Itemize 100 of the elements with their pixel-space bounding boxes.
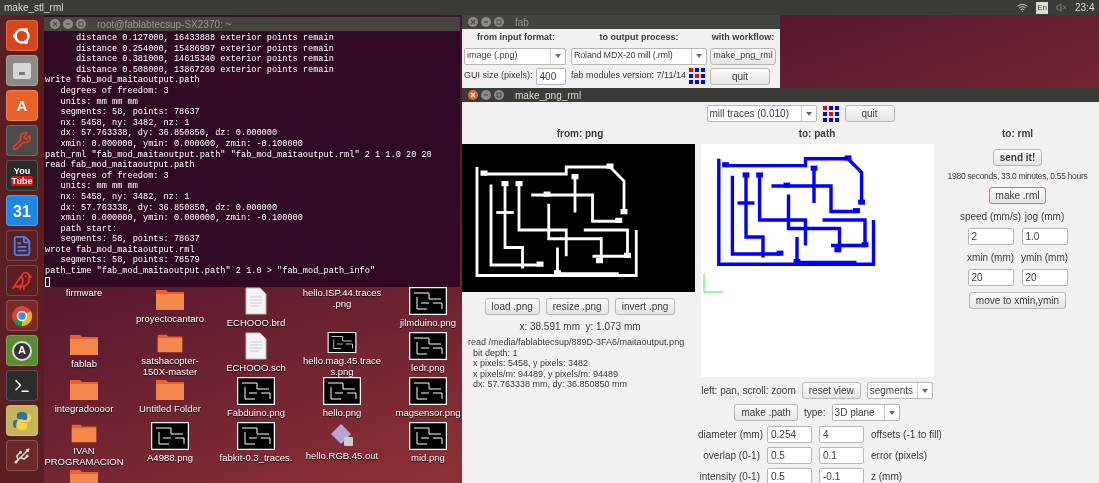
move-button[interactable]: move to xmin,ymin: [968, 291, 1067, 309]
file-label: hello.png: [322, 407, 362, 418]
terminal-line: distance 0.127000, 16433888 exterior points remain: [74, 33, 335, 44]
terminal-line: xmin: 0.000000, ymin: 0.000000, zmin: -0.100000: [59, 213, 304, 224]
file-label: ledr.png: [411, 362, 445, 373]
file-label: IVAN PROGRAMACION: [44, 445, 124, 467]
file-label: fabkit-0.3_traces.: [219, 452, 293, 463]
file-label: magsensor.png: [395, 407, 461, 418]
hint-text: left: pan, scroll: zoom: [701, 384, 796, 398]
window-title: make_stl_rml: [4, 1, 65, 15]
input-field[interactable]: 400: [535, 67, 566, 85]
field-label: type:: [803, 406, 826, 420]
input-field[interactable]: -0.1: [819, 468, 864, 483]
input-field[interactable]: 0.5: [767, 447, 812, 464]
window-title: fab: [515, 15, 529, 30]
field-label: intensity (0-1): [698, 470, 760, 483]
file-label: proyectocantaro: [135, 313, 205, 324]
quit-button[interactable]: quit: [710, 67, 770, 85]
field-label: z (mm): [871, 470, 903, 483]
info-line: read /media/fablabtecsup/889D-3FA6/maitaoutput.png: [468, 337, 685, 348]
file-label: hello.RGB.45.out: [305, 450, 379, 461]
make-rml-button[interactable]: make .rml: [988, 186, 1047, 204]
clock[interactable]: 23:4: [1075, 0, 1095, 15]
reset-view-button[interactable]: reset view: [801, 382, 861, 399]
column-header: to: rml: [1001, 126, 1034, 141]
file-label: ECHOOO.brd: [226, 317, 286, 328]
field-label: GUI size (pixels):: [464, 69, 533, 83]
terminal-line: units: mm mm mm: [59, 96, 139, 107]
input-field[interactable]: 0.5: [767, 468, 812, 483]
column-header: from input format:: [476, 31, 556, 44]
terminal-line: write fab_mod_maitaoutput.path: [45, 75, 201, 86]
file-label: satshacopter-150X-master: [140, 355, 200, 377]
terminal-line: segments: 58, points: 78579: [59, 255, 201, 266]
file-label: jilmduino.png: [400, 317, 456, 328]
dropdown[interactable]: Roland MDX-20 mill (.rml): [571, 47, 707, 65]
launcher-button[interactable]: 31: [6, 195, 38, 226]
field-label: ymin (mm): [1020, 250, 1069, 265]
input-field[interactable]: 20: [967, 268, 1014, 286]
column-header: to output process:: [598, 31, 680, 44]
input-field[interactable]: 2: [967, 227, 1014, 245]
window-title: make_png_rml: [515, 88, 582, 103]
terminal-line: wrote fab_mod_maitaoutput.rml: [45, 244, 196, 255]
field-label: error (pixels): [871, 449, 928, 463]
dropdown[interactable]: 3D plane: [831, 404, 900, 421]
terminal-line: dx: 57.763338, dy: 36.850850, dz: 0.000000: [59, 128, 279, 139]
field-label: offsets (-1 to fill): [871, 428, 942, 442]
quit-button[interactable]: quit: [844, 105, 895, 122]
file-label: fablab: [71, 358, 97, 369]
file-label: Untitled Folder: [139, 403, 201, 414]
input-field[interactable]: 0.1: [819, 447, 864, 464]
time-estimate: 1980 seconds, 33.0 minutes, 0.55 hours: [947, 170, 1088, 183]
file-label: ECHOOO.sch: [226, 362, 286, 373]
terminal-line: path_rml "fab_mod_maitaoutput.path" "fab_mod_maitaoutput.rml" 2 1 1.0 20 20: [45, 149, 433, 160]
info-line: x pixels: 5458, y pixels: 3482: [472, 358, 590, 369]
terminal-line: degrees of freedom: 3: [59, 170, 170, 181]
terminal-line: path start:: [59, 223, 119, 235]
version-text: fab modules version: 7/11/14: [571, 69, 686, 83]
column-header: from: png: [556, 126, 604, 141]
field-label: jog (mm): [1024, 209, 1065, 224]
terminal-line: distance 0.254000, 15486997 exterior points remain: [74, 43, 335, 54]
info-line: x pixels/m: 94489, y pixels/m: 94489: [472, 368, 620, 379]
make-path-button[interactable]: make .path: [734, 404, 798, 421]
window-title: root@fablabtecsup-SX2370: ~: [97, 17, 232, 32]
dropdown[interactable]: mill traces (0.010): [706, 105, 817, 122]
terminal-line: degrees of freedom: 3: [59, 85, 170, 97]
workflow-button[interactable]: make_png_rml: [710, 47, 776, 65]
launcher-button[interactable]: You Tube: [6, 160, 38, 191]
send-button[interactable]: send it!: [992, 149, 1043, 166]
terminal-line: nx: 5458, ny: 3482, nz: 1: [59, 117, 191, 128]
input-field[interactable]: 20: [1021, 268, 1068, 286]
input-field[interactable]: 1.0: [1021, 227, 1068, 245]
column-header: with workflow:: [710, 31, 776, 44]
terminal-line: segments: 58, points: 78637: [59, 107, 201, 118]
input-field[interactable]: 4: [819, 426, 864, 443]
keyboard-indicator[interactable]: En: [1036, 1, 1048, 14]
dropdown[interactable]: segments: [866, 382, 933, 399]
terminal-line: xmin: 0.000000, ymin: 0.000000, zmin: -0.100000: [59, 138, 304, 150]
terminal-line: segments: 58, points: 78637: [59, 234, 201, 245]
terminal-line: dx: 57.763338, dy: 36.850850, dz: 0.000000: [59, 202, 279, 213]
terminal-line: nx: 5458, ny: 3482, nz: 1: [59, 191, 191, 203]
action-button[interactable]: resize .png: [545, 298, 609, 315]
cursor-position: x: 38.591 mm y: 1.073 mm: [519, 320, 641, 334]
terminal-line: distance 0.381000, 14615340 exterior points remain: [74, 54, 335, 65]
file-label: integradoooor: [54, 403, 114, 414]
file-label: Fabduino.png: [226, 407, 286, 418]
action-button[interactable]: invert .png: [614, 298, 676, 315]
dropdown[interactable]: image (.png): [464, 47, 566, 65]
action-button[interactable]: load .png: [484, 298, 540, 315]
field-label: speed (mm/s): [959, 209, 1022, 224]
terminal-line: distance 0.508000, 13867269 exterior points remain: [74, 64, 335, 75]
terminal-line: path_time "fab_mod_maitaoutput.path" 2 1.0 > "fab_mod_path_info": [45, 266, 377, 277]
file-label: firmware: [65, 287, 103, 298]
field-label: xmin (mm): [966, 250, 1015, 265]
launcher-button[interactable]: A: [6, 335, 38, 366]
input-field[interactable]: 0.254: [767, 426, 812, 443]
column-header: to: path: [798, 126, 836, 141]
terminal-line: units: mm mm mm: [59, 181, 139, 192]
info-line: dx: 57.763338 mm, dy: 36.850850 mm: [472, 379, 629, 390]
file-label: hello.mag.45.traces.png: [302, 355, 382, 377]
file-label: A4988.png: [147, 452, 193, 463]
